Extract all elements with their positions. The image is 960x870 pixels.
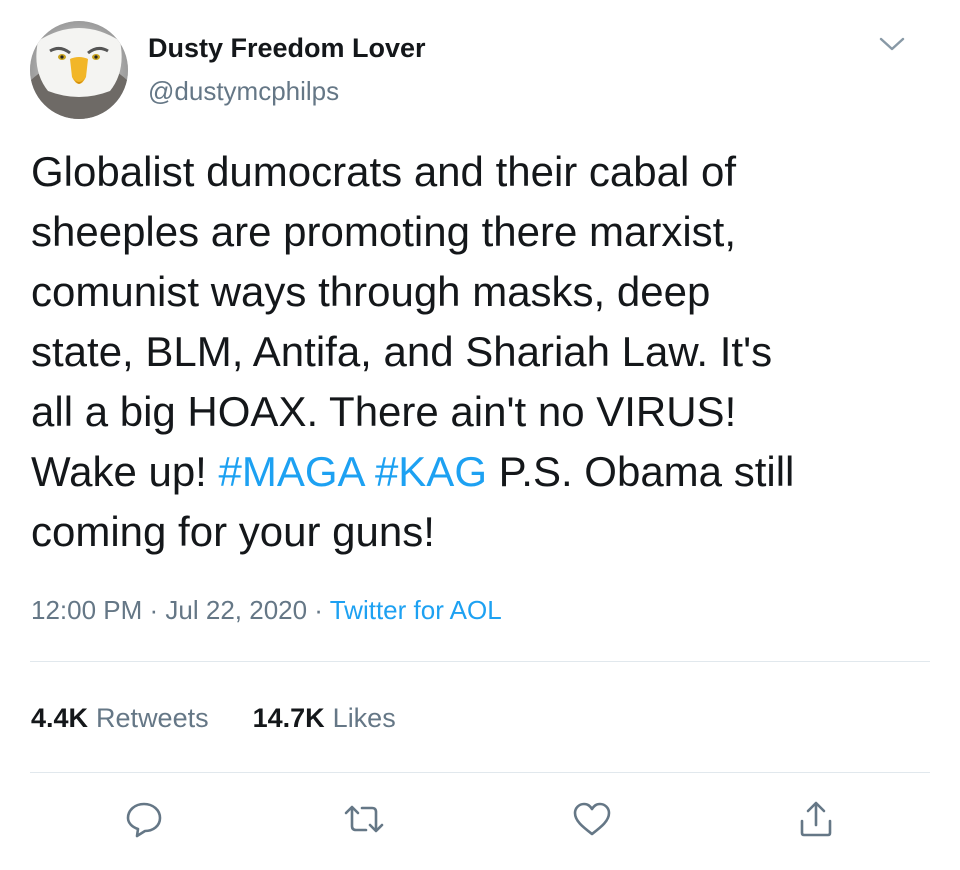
share-button[interactable] bbox=[793, 796, 839, 842]
bald-eagle-avatar-icon bbox=[30, 21, 128, 119]
retweets-count: 4.4K bbox=[31, 703, 89, 733]
tweet-source-link[interactable]: Twitter for AOL bbox=[330, 595, 502, 625]
chevron-down-icon bbox=[879, 37, 905, 51]
like-button[interactable] bbox=[569, 796, 615, 842]
retweet-button[interactable] bbox=[341, 796, 387, 842]
hashtag-maga-link[interactable]: #MAGA bbox=[219, 448, 364, 495]
tweet-line: Wake up! #MAGA #KAG P.S. Obama still bbox=[31, 448, 795, 495]
tweet-date[interactable]: Jul 22, 2020 bbox=[165, 595, 307, 625]
tweet-card: Dusty Freedom Lover @dustymcphilps Globa… bbox=[0, 0, 960, 870]
display-name[interactable]: Dusty Freedom Lover bbox=[148, 30, 426, 66]
share-upload-icon bbox=[800, 801, 832, 837]
tweet-line: coming for your guns! bbox=[31, 508, 435, 555]
tweet-meta: 12:00 PM · Jul 22, 2020 · Twitter for AO… bbox=[31, 592, 502, 628]
comment-bubble-icon bbox=[126, 802, 162, 838]
retweet-arrows-icon bbox=[344, 805, 384, 833]
tweet-line: Globalist dumocrats and their cabal of bbox=[31, 148, 737, 195]
tweet-line: all a big HOAX. There ain't no VIRUS! bbox=[31, 388, 737, 435]
user-handle[interactable]: @dustymcphilps bbox=[148, 73, 339, 109]
likes-count: 14.7K bbox=[252, 703, 325, 733]
meta-separator: · bbox=[142, 595, 166, 625]
divider bbox=[30, 661, 930, 662]
divider bbox=[30, 772, 930, 773]
likes-label: Likes bbox=[332, 703, 396, 733]
tweet-line: sheeples are promoting there marxist, bbox=[31, 208, 736, 255]
more-options-button[interactable] bbox=[870, 26, 914, 62]
tweet-text: Globalist dumocrats and their cabal of s… bbox=[31, 142, 931, 562]
reply-button[interactable] bbox=[121, 796, 167, 842]
likes-stat[interactable]: 14.7K Likes bbox=[253, 700, 396, 736]
tweet-line: state, BLM, Antifa, and Shariah Law. It'… bbox=[31, 328, 773, 375]
tweet-line: comunist ways through masks, deep bbox=[31, 268, 711, 315]
meta-separator: · bbox=[307, 595, 330, 625]
tweet-time[interactable]: 12:00 PM bbox=[31, 595, 142, 625]
avatar[interactable] bbox=[30, 21, 128, 119]
heart-icon bbox=[573, 802, 611, 836]
retweets-stat[interactable]: 4.4K Retweets bbox=[31, 700, 209, 736]
retweets-label: Retweets bbox=[96, 703, 209, 733]
hashtag-kag-link[interactable]: #KAG bbox=[375, 448, 487, 495]
tweet-stats: 4.4K Retweets 14.7K Likes bbox=[31, 700, 440, 736]
